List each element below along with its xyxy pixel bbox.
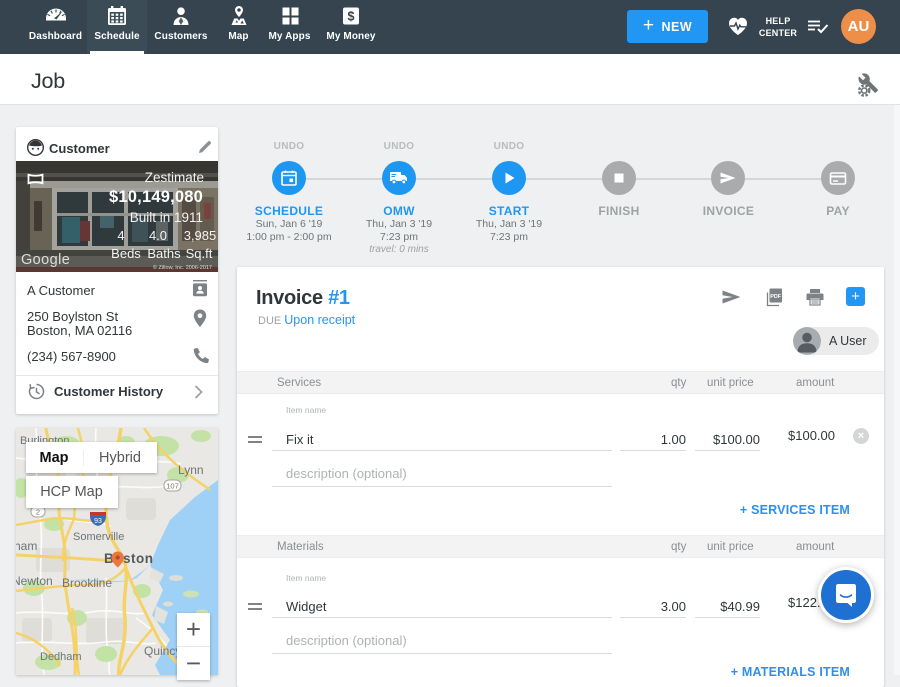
- svg-text:ham: ham: [16, 539, 37, 553]
- svg-text:PDF: PDF: [770, 294, 781, 300]
- svg-text:Brookline: Brookline: [62, 576, 112, 590]
- svg-text:Boston: Boston: [104, 551, 154, 566]
- svg-text:93: 93: [94, 518, 102, 525]
- svg-text:2: 2: [36, 508, 40, 517]
- svg-text:Newton: Newton: [16, 574, 53, 588]
- svg-text:Dedham: Dedham: [40, 651, 82, 663]
- svg-text:Quincy: Quincy: [144, 644, 181, 658]
- svg-text:107: 107: [166, 482, 179, 491]
- svg-text:$: $: [348, 10, 355, 24]
- svg-text:Somerville: Somerville: [73, 531, 124, 543]
- svg-text:Lynn: Lynn: [178, 463, 204, 477]
